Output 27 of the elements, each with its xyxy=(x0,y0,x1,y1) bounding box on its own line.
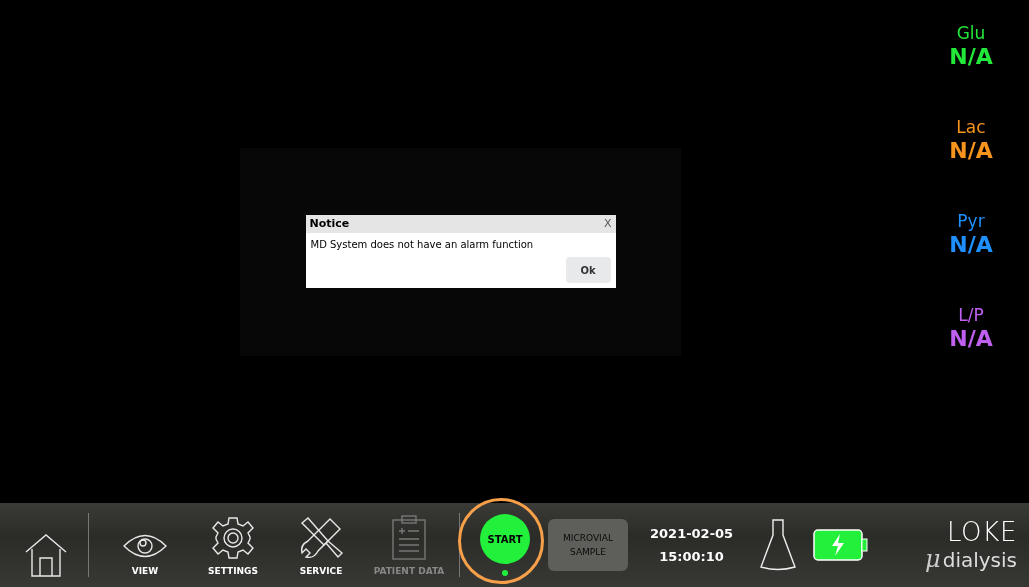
flask-icon xyxy=(759,519,798,571)
gear-icon xyxy=(210,514,256,561)
analyte-name: L/P xyxy=(958,304,984,326)
close-button[interactable]: X xyxy=(603,215,612,233)
date-text: 2021-02-05 xyxy=(650,524,734,543)
nav-button[interactable]: SETTINGS xyxy=(189,510,277,580)
nav-button[interactable]: SERVICE xyxy=(277,510,365,580)
battery-charging-icon xyxy=(813,529,870,561)
analyte-value: N/A xyxy=(949,232,993,258)
nav-button[interactable]: VIEW xyxy=(101,510,189,580)
analyte-value: N/A xyxy=(949,326,993,352)
ok-button[interactable]: Ok xyxy=(565,257,611,283)
clipboard-icon xyxy=(391,514,427,561)
home-icon xyxy=(23,532,69,578)
start-button[interactable]: START xyxy=(480,514,530,564)
analyte-name: Lac xyxy=(956,116,986,138)
logo-text: dialysis xyxy=(942,548,1017,572)
tools-icon xyxy=(298,514,344,561)
analyte-value: N/A xyxy=(949,44,993,70)
analyte-name: Pyr xyxy=(957,210,985,232)
logo-mu: μ xyxy=(925,546,941,572)
dialog-title: Notice xyxy=(309,215,350,232)
time-text: 15:00:10 xyxy=(659,548,724,566)
analyte-value: N/A xyxy=(949,138,993,164)
analyte-name: Glu xyxy=(956,22,986,44)
dialog-message: MD System does not have an alarm function xyxy=(309,238,535,252)
logo-text: LOKE xyxy=(946,518,1017,546)
